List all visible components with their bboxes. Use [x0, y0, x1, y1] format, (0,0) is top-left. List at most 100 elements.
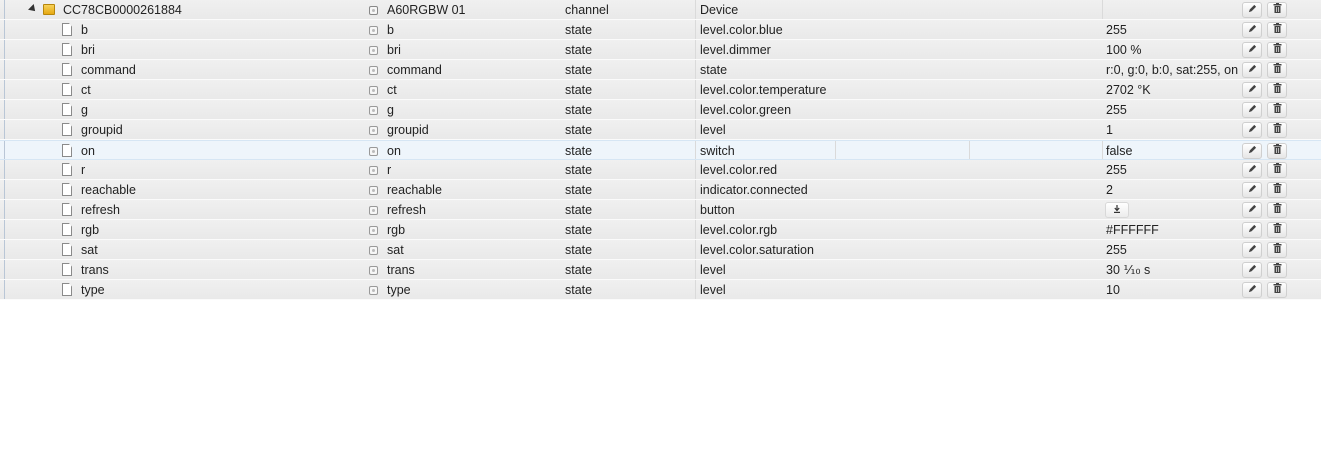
- edit-button[interactable]: [1242, 202, 1262, 218]
- pencil-icon: [1248, 44, 1256, 53]
- state-row-b[interactable]: b b state level.color.blue 255: [0, 20, 1321, 40]
- state-row-refresh[interactable]: refresh refresh state button: [0, 200, 1321, 220]
- delete-button[interactable]: [1267, 162, 1287, 178]
- edit-button[interactable]: [1242, 82, 1262, 98]
- pencil-icon: [1248, 184, 1256, 193]
- state-object-icon: [369, 286, 378, 295]
- object-id: ct: [81, 83, 91, 97]
- object-role: level.color.blue: [700, 23, 783, 37]
- trash-icon: [1273, 163, 1281, 173]
- pencil-icon: [1248, 164, 1256, 173]
- delete-button[interactable]: [1267, 143, 1287, 159]
- edit-button[interactable]: [1242, 222, 1262, 238]
- state-row-ct[interactable]: ct ct state level.color.temperature 2702 °K: [0, 80, 1321, 100]
- file-icon: [62, 144, 72, 157]
- object-name: g: [387, 103, 394, 117]
- edit-button[interactable]: [1242, 2, 1262, 18]
- edit-button[interactable]: [1242, 282, 1262, 298]
- edit-button[interactable]: [1242, 42, 1262, 58]
- edit-button[interactable]: [1242, 162, 1262, 178]
- object-name: type: [387, 283, 411, 297]
- trash-icon: [1273, 23, 1281, 33]
- file-icon: [62, 123, 72, 136]
- pencil-icon: [1248, 224, 1256, 233]
- object-id: command: [81, 63, 136, 77]
- state-row-command[interactable]: command command state state r:0, g:0, b:0, s…: [0, 60, 1321, 80]
- channel-row[interactable]: CC78CB0000261884 A60RGBW 01 channel Device: [0, 0, 1321, 20]
- object-value: 255: [1106, 103, 1127, 117]
- object-id: on: [81, 144, 95, 158]
- edit-button[interactable]: [1242, 102, 1262, 118]
- column-divider: [1102, 141, 1103, 159]
- delete-button[interactable]: [1267, 202, 1287, 218]
- object-type: state: [565, 144, 593, 158]
- object-role: indicator.connected: [700, 183, 808, 197]
- pencil-icon: [1248, 84, 1256, 93]
- object-role: button: [700, 203, 735, 217]
- object-value: 255: [1106, 243, 1127, 257]
- object-value: 2702 °K: [1106, 83, 1151, 97]
- file-icon: [62, 23, 72, 36]
- file-icon: [62, 283, 72, 296]
- delete-button[interactable]: [1267, 122, 1287, 138]
- state-row-r[interactable]: r r state level.color.red 255: [0, 160, 1321, 180]
- file-icon: [62, 243, 72, 256]
- delete-button[interactable]: [1267, 42, 1287, 58]
- state-row-rgb[interactable]: rgb rgb state level.color.rgb #FFFFFF: [0, 220, 1321, 240]
- channel-object-icon: [369, 6, 378, 15]
- object-role: level.color.red: [700, 163, 778, 177]
- trash-icon: [1273, 283, 1281, 293]
- state-row-on[interactable]: on on state switch false: [0, 140, 1321, 160]
- object-name: refresh: [387, 203, 426, 217]
- edit-button[interactable]: [1242, 22, 1262, 38]
- column-divider: [695, 240, 696, 259]
- edit-button[interactable]: [1242, 242, 1262, 258]
- object-id: trans: [81, 263, 109, 277]
- state-row-groupid[interactable]: groupid groupid state level 1: [0, 120, 1321, 140]
- file-icon: [62, 183, 72, 196]
- column-divider: [695, 100, 696, 119]
- delete-button[interactable]: [1267, 82, 1287, 98]
- delete-button[interactable]: [1267, 22, 1287, 38]
- edit-button[interactable]: [1242, 143, 1262, 159]
- delete-button[interactable]: [1267, 222, 1287, 238]
- object-type: state: [565, 123, 593, 137]
- column-divider: [1102, 0, 1103, 19]
- column-divider: [695, 160, 696, 179]
- refresh-trigger-button[interactable]: [1105, 202, 1129, 218]
- delete-button[interactable]: [1267, 242, 1287, 258]
- edit-button[interactable]: [1242, 182, 1262, 198]
- pencil-icon: [1248, 204, 1256, 213]
- object-type: state: [565, 183, 593, 197]
- trash-icon: [1273, 3, 1281, 13]
- object-type: channel: [565, 3, 609, 17]
- state-row-bri[interactable]: bri bri state level.dimmer 100 %: [0, 40, 1321, 60]
- column-divider: [695, 220, 696, 239]
- edit-button[interactable]: [1242, 122, 1262, 138]
- state-row-sat[interactable]: sat sat state level.color.saturation 255: [0, 240, 1321, 260]
- delete-button[interactable]: [1267, 62, 1287, 78]
- folder-icon: [43, 4, 55, 15]
- object-name: rgb: [387, 223, 406, 237]
- delete-button[interactable]: [1267, 182, 1287, 198]
- object-type: state: [565, 243, 593, 257]
- state-row-g[interactable]: g g state level.color.green 255: [0, 100, 1321, 120]
- state-row-type[interactable]: type type state level 10: [0, 280, 1321, 300]
- delete-button[interactable]: [1267, 2, 1287, 18]
- delete-button[interactable]: [1267, 102, 1287, 118]
- state-object-icon: [369, 86, 378, 95]
- object-type: state: [565, 223, 593, 237]
- object-role: level: [700, 123, 726, 137]
- edit-button[interactable]: [1242, 262, 1262, 278]
- pencil-icon: [1248, 145, 1256, 154]
- pencil-icon: [1248, 264, 1256, 273]
- triangle-expanded-icon[interactable]: [28, 4, 38, 14]
- edit-button[interactable]: [1242, 62, 1262, 78]
- state-row-trans[interactable]: trans trans state level 30 ⅒ s: [0, 260, 1321, 280]
- file-icon: [62, 263, 72, 276]
- object-name: trans: [387, 263, 415, 277]
- delete-button[interactable]: [1267, 282, 1287, 298]
- delete-button[interactable]: [1267, 262, 1287, 278]
- object-value: false: [1106, 144, 1133, 158]
- state-row-reachable[interactable]: reachable reachable state indicator.connect…: [0, 180, 1321, 200]
